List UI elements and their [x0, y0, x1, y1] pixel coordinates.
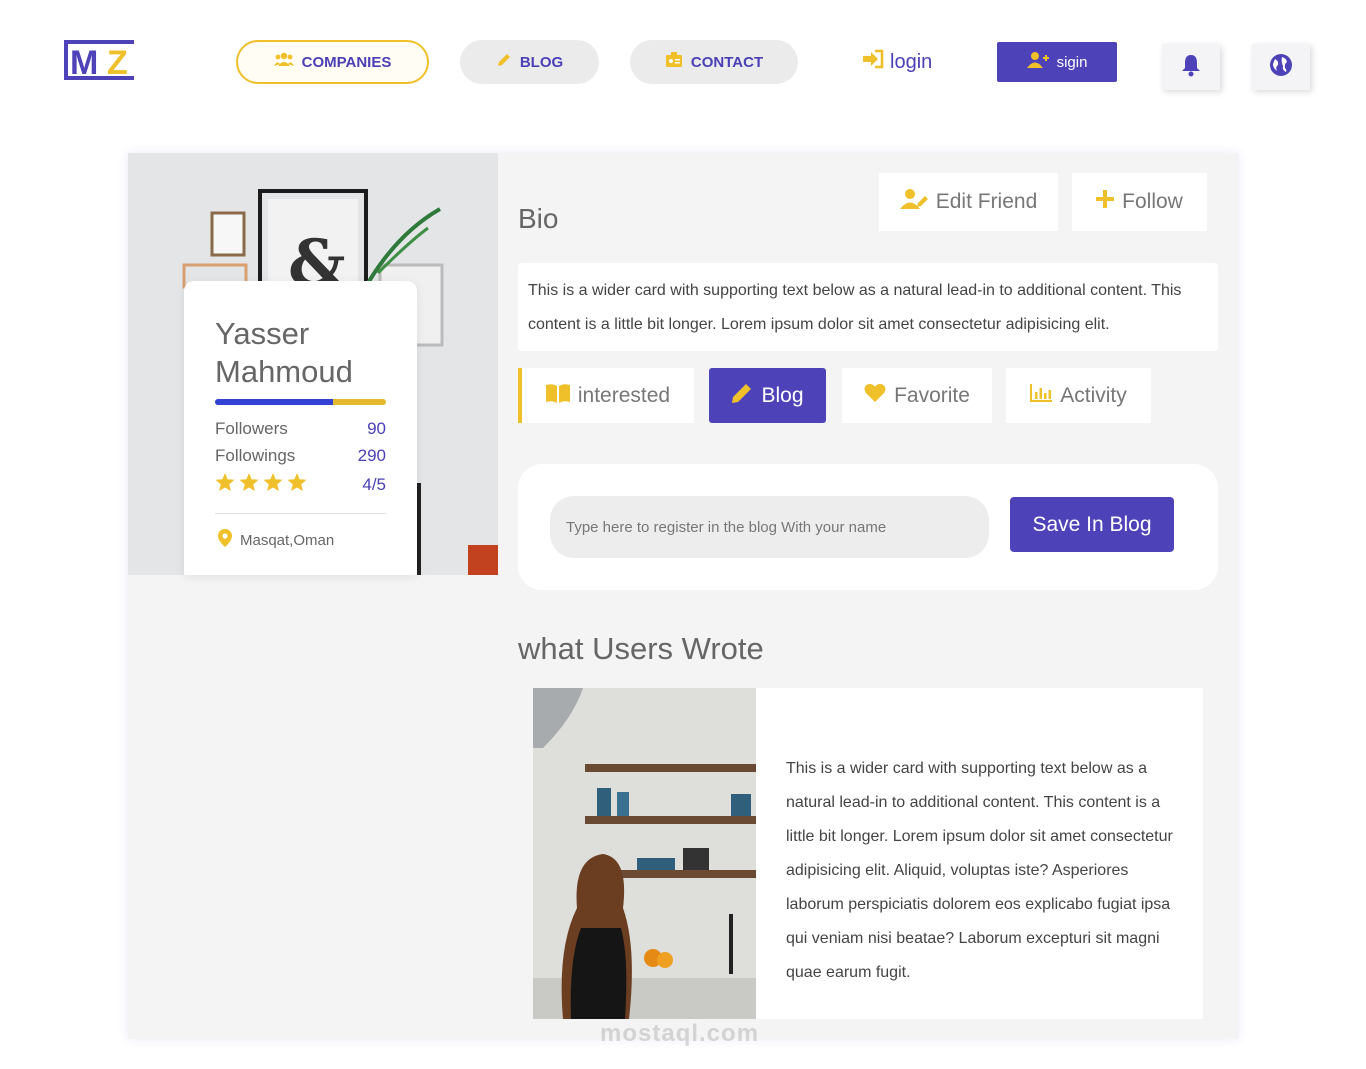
- profile-divider: [215, 513, 386, 514]
- star-icon: [287, 473, 307, 497]
- tab-favorite[interactable]: Favorite: [842, 368, 992, 423]
- users-icon: [273, 52, 294, 72]
- star-icon: [215, 473, 235, 497]
- followers-value: 90: [367, 419, 386, 438]
- follow-button[interactable]: Follow: [1072, 173, 1207, 231]
- profile-progress-bar: [215, 399, 386, 405]
- blog-name-input[interactable]: [550, 496, 989, 558]
- map-marker-icon: [218, 529, 232, 551]
- user-edit-icon: [899, 188, 928, 216]
- profile-location: Masqat,Oman: [218, 529, 334, 551]
- tab-blog[interactable]: Blog: [709, 368, 826, 423]
- star-icon: [239, 473, 259, 497]
- blog-form: Save In Blog: [518, 464, 1218, 590]
- bio-title: Bio: [518, 203, 559, 234]
- bio-text: This is a wider card with supporting tex…: [518, 263, 1218, 351]
- nav-login-label: login: [890, 50, 933, 73]
- logo[interactable]: M Z: [62, 38, 140, 88]
- location-text: Masqat,Oman: [240, 531, 335, 549]
- tab-activity[interactable]: Activity: [1006, 368, 1151, 423]
- bar-chart-icon: [1030, 383, 1053, 408]
- followings-row[interactable]: Followings 290: [215, 446, 386, 466]
- followers-row[interactable]: Followers 90: [215, 419, 386, 439]
- tab-activity-label: Activity: [1060, 383, 1127, 407]
- rating-value: 4/5: [362, 475, 386, 494]
- nav-blog-label: BLOG: [519, 53, 564, 71]
- user-plus-icon: [1026, 51, 1049, 73]
- profile-card: Yasser Mahmoud Followers 90 Followings 2…: [184, 281, 417, 575]
- tab-favorite-label: Favorite: [894, 383, 970, 407]
- globe-icon: [1269, 53, 1293, 82]
- star-icon: [263, 473, 283, 497]
- heart-icon: [864, 383, 886, 409]
- user-post-text: This is a wider card with supporting tex…: [786, 760, 1173, 981]
- notifications-button[interactable]: [1162, 44, 1220, 90]
- tab-interested-label: interested: [577, 383, 671, 407]
- pencil-icon: [731, 382, 753, 410]
- nav-companies-label: COMPANIES: [301, 53, 392, 71]
- rating-row: 4/5: [215, 473, 386, 497]
- tab-interested[interactable]: interested: [518, 368, 694, 423]
- user-post-image: [533, 688, 756, 1019]
- book-icon: [545, 383, 570, 409]
- users-wrote-title: what Users Wrote: [518, 631, 764, 666]
- id-card-icon: [665, 52, 683, 72]
- edit-friend-button[interactable]: Edit Friend: [879, 173, 1058, 231]
- nav-login-link[interactable]: login: [862, 44, 932, 80]
- svg-text:Z: Z: [107, 44, 128, 82]
- user-post-card: This is a wider card with supporting tex…: [533, 688, 1203, 1019]
- followings-label: Followings: [215, 446, 296, 465]
- profile-name: Yasser Mahmoud: [215, 316, 353, 389]
- language-button[interactable]: [1252, 44, 1310, 90]
- pencil-icon: [496, 52, 512, 72]
- sign-in-icon: [862, 49, 884, 75]
- svg-text:M: M: [70, 44, 98, 82]
- profile-page: & Yasser Mahmoud Followers 90 Followings…: [128, 153, 1238, 1039]
- followers-label: Followers: [215, 419, 288, 438]
- plus-icon: [1096, 190, 1115, 214]
- followings-value: 290: [357, 446, 386, 465]
- profile-progress-fill: [215, 399, 333, 405]
- save-in-blog-button[interactable]: Save In Blog: [1010, 497, 1174, 552]
- follow-label: Follow: [1122, 190, 1183, 213]
- header: M Z COMPANIES BLOG CONTACT login sigin: [0, 0, 1366, 120]
- tab-blog-label: Blog: [761, 383, 804, 407]
- rating-stars: [215, 473, 307, 497]
- nav-contact-button[interactable]: CONTACT: [630, 40, 798, 84]
- watermark: mostaql.com: [600, 1020, 760, 1047]
- nav-signin-label: sigin: [1056, 53, 1088, 71]
- nav-signin-button[interactable]: sigin: [997, 42, 1117, 82]
- nav-companies-button[interactable]: COMPANIES: [236, 40, 429, 84]
- edit-friend-label: Edit Friend: [935, 190, 1038, 213]
- nav-blog-button[interactable]: BLOG: [460, 40, 599, 84]
- bell-icon: [1180, 53, 1202, 82]
- nav-contact-label: CONTACT: [690, 53, 764, 71]
